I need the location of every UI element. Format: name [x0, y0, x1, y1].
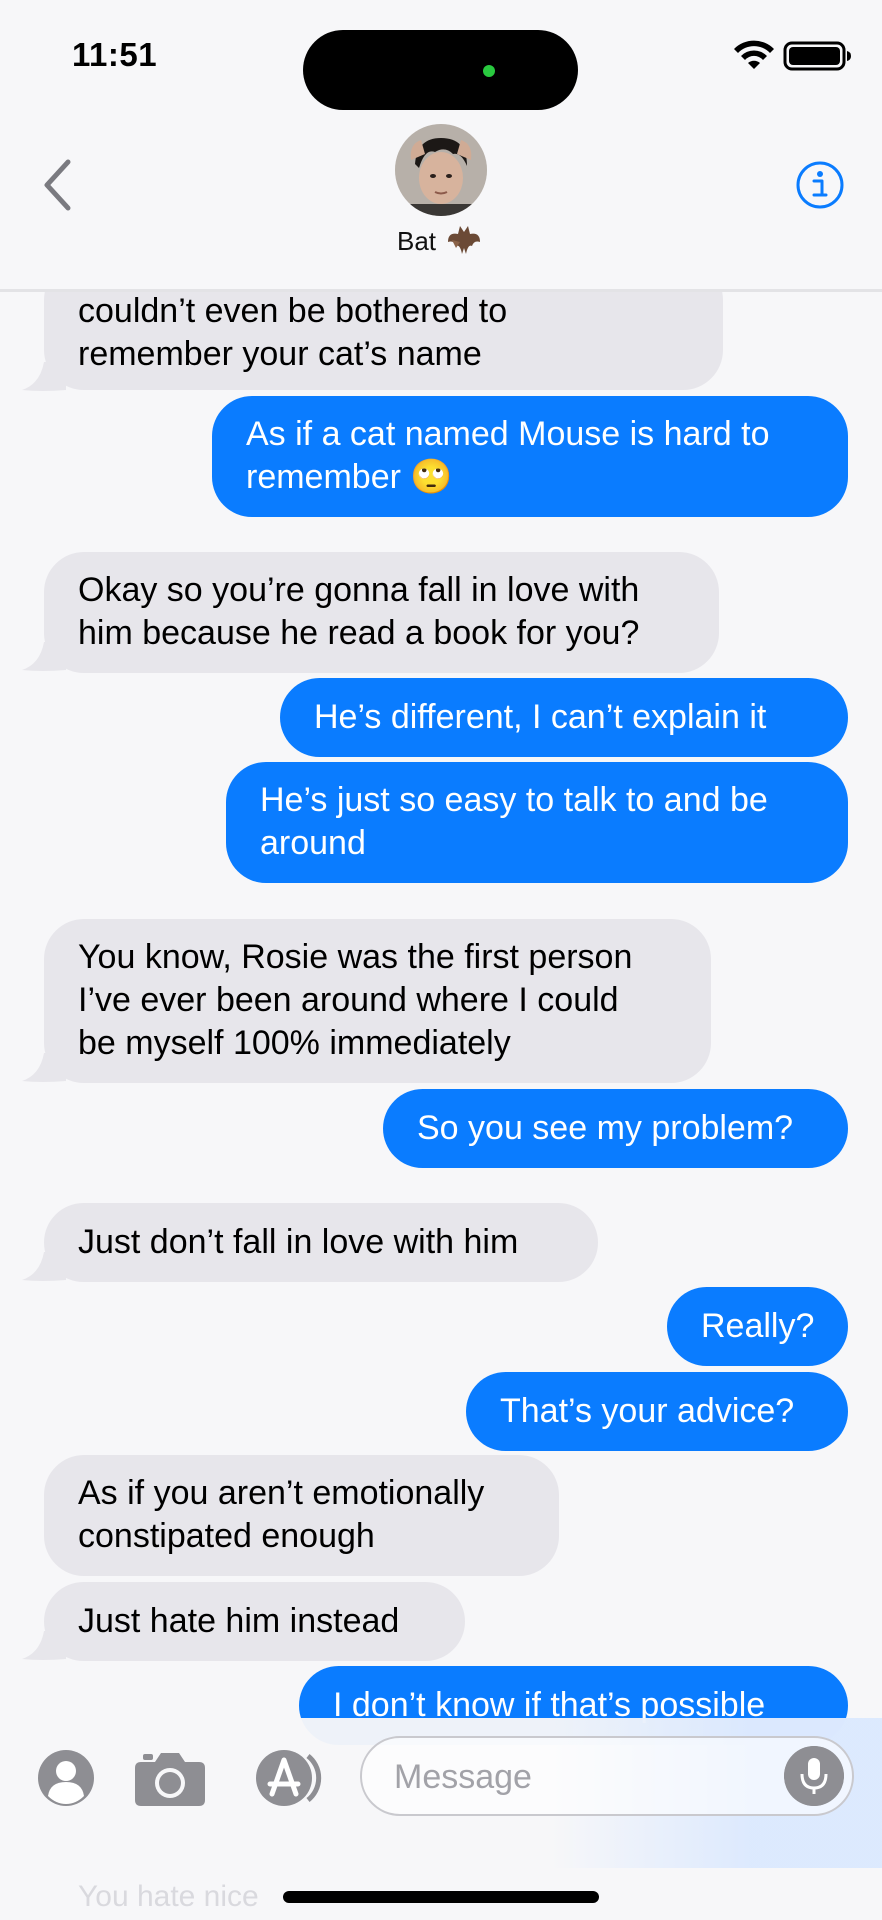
- outgoing-message[interactable]: Really?: [667, 1287, 848, 1366]
- message-text: constipated enough: [78, 1517, 375, 1555]
- incoming-message[interactable]: As if you aren’t emotionally constipated…: [44, 1455, 559, 1576]
- message-text: He’s just so easy to talk to and be: [260, 781, 768, 819]
- camera-indicator-dot: [483, 65, 495, 77]
- outgoing-message[interactable]: As if a cat named Mouse is hard to remem…: [212, 396, 848, 517]
- contact-name[interactable]: Bat: [397, 226, 436, 257]
- message-text: Okay so you’re gonna fall in love with: [78, 571, 640, 609]
- conversation-header: 11:51 Bat: [0, 0, 882, 292]
- message-text: him because he read a book for you?: [78, 614, 640, 652]
- message-text: So you see my problem?: [417, 1109, 794, 1147]
- app-store-icon[interactable]: [250, 1748, 330, 1808]
- message-text: remember 🙄: [246, 458, 453, 496]
- microphone-icon[interactable]: [784, 1746, 844, 1806]
- battery-icon: [783, 41, 851, 71]
- message-text: remember your cat’s name: [78, 335, 482, 373]
- avatar-photo: [395, 124, 487, 216]
- message-text: As if a cat named Mouse is hard to: [246, 415, 770, 453]
- message-text: around: [260, 824, 366, 862]
- incoming-message[interactable]: Just hate him instead: [44, 1582, 465, 1661]
- message-text: Really?: [701, 1307, 815, 1345]
- status-time: 11:51: [72, 36, 158, 73]
- bubble-tail: [22, 642, 66, 671]
- home-indicator[interactable]: [283, 1891, 599, 1903]
- wifi-icon: [734, 40, 774, 69]
- message-input[interactable]: [394, 1752, 774, 1802]
- bubble-tail: [22, 1053, 66, 1082]
- incoming-message[interactable]: You know, Rosie was the first person I’v…: [44, 919, 711, 1083]
- dynamic-island: [303, 30, 578, 110]
- incoming-message[interactable]: Okay so you’re gonna fall in love with h…: [44, 552, 719, 673]
- chevron-left-icon[interactable]: [42, 158, 72, 212]
- outgoing-message[interactable]: That’s your advice?: [466, 1372, 848, 1451]
- bubble-tail: [22, 1631, 66, 1660]
- outgoing-message[interactable]: He’s different, I can’t explain it: [280, 678, 848, 757]
- message-text: You know, Rosie was the first person: [78, 938, 633, 976]
- bubble-tail: [22, 1252, 66, 1281]
- message-text: He’s different, I can’t explain it: [314, 698, 767, 736]
- message-text: As if you aren’t emotionally: [78, 1474, 485, 1512]
- incoming-message[interactable]: Just don’t fall in love with him: [44, 1203, 598, 1282]
- message-text: Just hate him instead: [78, 1602, 400, 1640]
- message-text: I’ve ever been around where I could: [78, 981, 619, 1019]
- outgoing-message[interactable]: So you see my problem?: [383, 1089, 848, 1168]
- message-input-field[interactable]: [360, 1736, 854, 1816]
- info-icon[interactable]: [795, 160, 845, 210]
- message-text: couldn’t even be bothered to: [78, 292, 508, 330]
- contact-avatar[interactable]: [395, 124, 487, 216]
- outgoing-message[interactable]: He’s just so easy to talk to and be arou…: [226, 762, 848, 883]
- message-text: Just don’t fall in love with him: [78, 1223, 519, 1261]
- message-text: That’s your advice?: [500, 1392, 795, 1430]
- camera-icon[interactable]: [133, 1748, 207, 1808]
- keyboard-suggestion-ghost: You hate nice: [78, 1880, 259, 1913]
- person-icon[interactable]: [36, 1748, 96, 1808]
- bubble-tail: [22, 362, 66, 391]
- bat-icon: [448, 226, 480, 254]
- message-text: be myself 100% immediately: [78, 1024, 511, 1062]
